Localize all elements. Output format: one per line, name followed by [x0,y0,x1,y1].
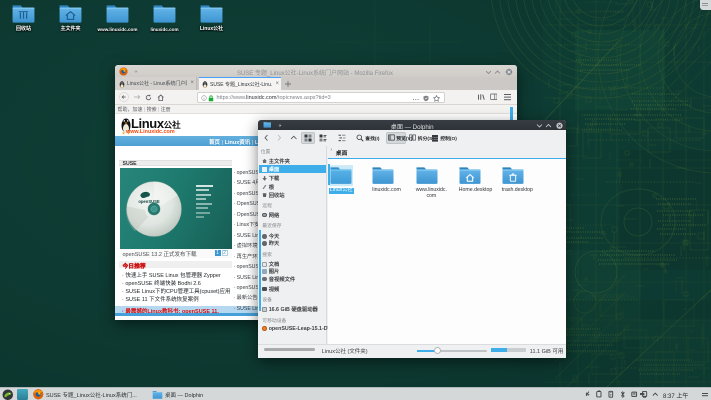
svg-text:openSUSE: openSUSE [138,198,160,203]
